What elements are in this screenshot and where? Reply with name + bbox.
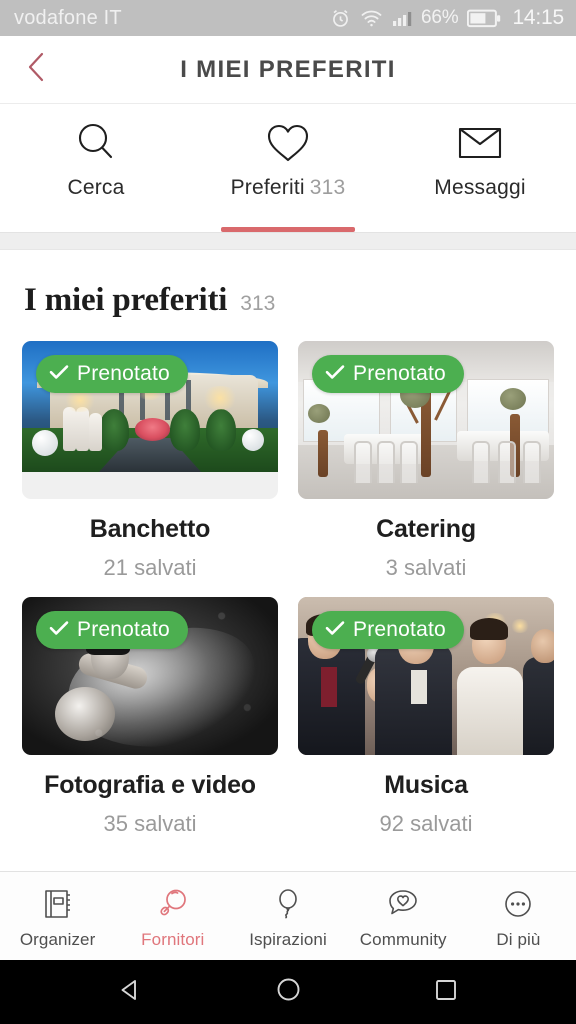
card-thumbnail: Prenotato	[22, 341, 278, 499]
check-icon	[49, 364, 69, 385]
heart-icon	[263, 120, 313, 166]
nav-item-organizer-label: Organizer	[19, 929, 96, 949]
status-badge: Prenotato	[312, 355, 464, 393]
chat-heart-icon	[384, 883, 422, 925]
android-navigation-bar	[0, 960, 576, 1024]
android-back-button[interactable]	[107, 969, 153, 1015]
nav-item-fornitori[interactable]: Fornitori	[115, 883, 230, 950]
status-badge-label: Prenotato	[353, 618, 446, 641]
card-title: Banchetto	[89, 515, 211, 543]
clock-label: 14:15	[512, 6, 564, 29]
ellipsis-circle-icon	[500, 883, 536, 925]
check-icon	[49, 620, 69, 641]
chevron-left-icon	[24, 50, 50, 89]
square-icon	[433, 977, 459, 1008]
tabs-divider	[0, 232, 576, 250]
notebook-icon	[40, 883, 76, 925]
card-saved-count: 21 salvati	[103, 555, 197, 580]
nav-item-fornitori-label: Fornitori	[141, 929, 205, 949]
android-home-button[interactable]	[265, 969, 311, 1015]
nav-item-di-piu[interactable]: Di più	[461, 883, 576, 950]
status-badge-label: Prenotato	[77, 618, 170, 641]
category-card-musica[interactable]: Prenotato Musica 92 salvati	[298, 597, 554, 837]
card-saved-count: 35 salvati	[103, 811, 197, 836]
back-button[interactable]	[8, 36, 66, 103]
card-saved-count: 92 salvati	[379, 811, 473, 836]
bottom-navigation: Organizer Fornitori Ispirazioni Communit…	[0, 871, 576, 960]
active-tab-indicator	[220, 227, 356, 232]
status-bar: vodafone IT 66% 14:15	[0, 0, 576, 36]
envelope-icon	[454, 120, 506, 166]
battery-icon	[467, 9, 501, 28]
status-badge: Prenotato	[36, 355, 188, 393]
alarm-icon	[330, 8, 351, 29]
section-header: I miei preferiti 313	[22, 250, 554, 341]
page-title: I MIEI PREFERITI	[180, 55, 396, 83]
card-thumbnail: Prenotato	[298, 341, 554, 499]
search-icon	[155, 883, 191, 925]
category-card-banchetto[interactable]: Prenotato Banchetto 21 salvati	[22, 341, 278, 581]
top-tab-bar: Cerca Preferiti 313 Messaggi	[0, 104, 576, 232]
tab-preferiti-label: Preferiti 313	[230, 176, 346, 199]
android-recents-button[interactable]	[423, 969, 469, 1015]
section-title: I miei preferiti	[24, 282, 228, 318]
nav-item-organizer[interactable]: Organizer	[0, 883, 115, 950]
nav-item-ispirazioni[interactable]: Ispirazioni	[230, 883, 345, 950]
tab-messaggi-label: Messaggi	[434, 176, 526, 199]
check-icon	[325, 620, 345, 641]
phone-screen: vodafone IT 66% 14:15 I MIEI PREFERITI C…	[0, 0, 576, 1024]
card-saved-count: 3 salvati	[385, 555, 467, 580]
battery-percent-label: 66%	[421, 7, 459, 28]
carrier-label: vodafone IT	[14, 6, 122, 29]
wifi-icon	[360, 9, 383, 28]
favorites-content: I miei preferiti 313 Prenotato Banchetto…	[0, 250, 576, 871]
card-thumbnail: Prenotato	[298, 597, 554, 755]
status-badge: Prenotato	[312, 611, 464, 649]
category-grid: Prenotato Banchetto 21 salvati Prenotato…	[22, 341, 554, 837]
nav-item-community-label: Community	[359, 929, 447, 949]
status-badge: Prenotato	[36, 611, 188, 649]
category-card-catering[interactable]: Prenotato Catering 3 salvati	[298, 341, 554, 581]
tab-preferiti[interactable]: Preferiti 313	[192, 104, 384, 232]
category-card-fotografia-e-video[interactable]: Prenotato Fotografia e video 35 salvati	[22, 597, 278, 837]
status-badge-label: Prenotato	[77, 362, 170, 385]
signal-icon	[392, 9, 412, 27]
nav-item-di-piu-label: Di più	[496, 929, 541, 949]
balloon-icon	[270, 883, 306, 925]
card-title: Catering	[376, 515, 476, 543]
check-icon	[325, 364, 345, 385]
tab-preferiti-count: 313	[309, 176, 346, 199]
card-thumbnail: Prenotato	[22, 597, 278, 755]
nav-item-community[interactable]: Community	[346, 883, 461, 950]
search-icon	[72, 120, 120, 166]
nav-item-ispirazioni-label: Ispirazioni	[249, 929, 327, 949]
app-header: I MIEI PREFERITI	[0, 36, 576, 104]
tab-messaggi[interactable]: Messaggi	[384, 104, 576, 232]
tab-cerca[interactable]: Cerca	[0, 104, 192, 232]
status-badge-label: Prenotato	[353, 362, 446, 385]
card-title: Fotografia e video	[44, 771, 256, 799]
triangle-left-icon	[116, 976, 144, 1009]
circle-icon	[275, 976, 302, 1008]
status-icons: 66% 14:15	[330, 6, 564, 30]
card-title: Musica	[384, 771, 468, 799]
section-count: 313	[240, 292, 276, 315]
tab-cerca-label: Cerca	[67, 176, 125, 199]
